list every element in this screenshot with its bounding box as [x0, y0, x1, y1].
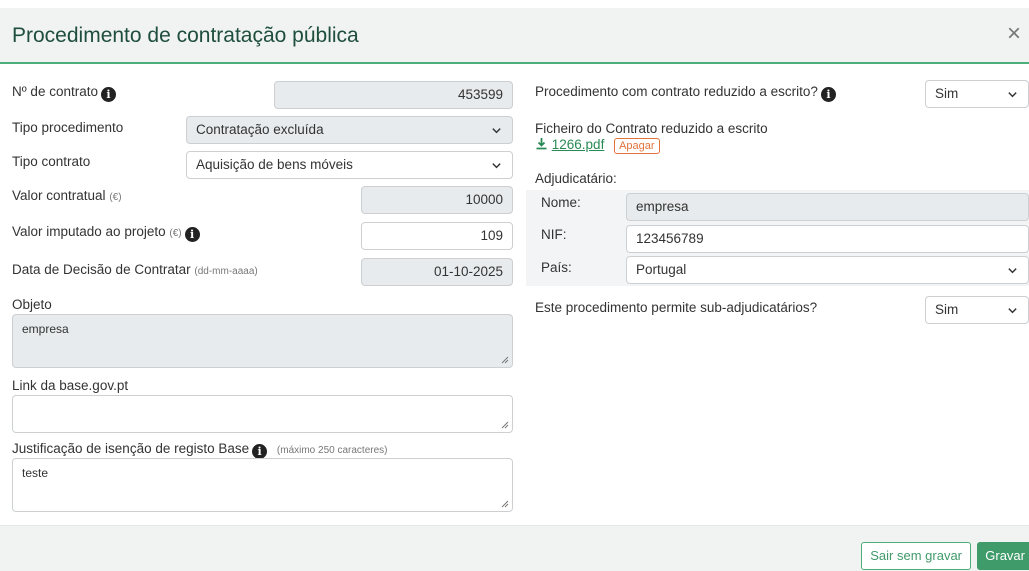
close-icon[interactable]: ×	[1007, 22, 1021, 46]
awardee-nif-input[interactable]: 123456789	[626, 225, 1029, 253]
exit-without-saving-button[interactable]: Sair sem gravar	[861, 542, 971, 570]
dialog-header: Procedimento de contratação pública ×	[0, 8, 1029, 64]
procedure-type-value: Contratação excluída	[196, 122, 324, 137]
sub-awardees-value: Sim	[935, 302, 959, 317]
info-icon[interactable]: i	[820, 87, 836, 102]
object-textarea: empresa	[12, 314, 513, 368]
contract-value-field: 10000	[361, 186, 513, 214]
sub-awardees-label: Este procedimento permite sub-adjudicatá…	[535, 300, 818, 315]
delete-file-button[interactable]: Apagar	[614, 138, 660, 154]
contract-value-label-text: Valor contratual	[12, 188, 106, 203]
chevron-down-icon	[491, 117, 502, 143]
imputed-value-label: Valor imputado ao projeto (€) i	[12, 224, 200, 242]
dialog-title: Procedimento de contratação pública	[12, 24, 359, 47]
awardee-name-label: Nome:	[541, 195, 581, 210]
imputed-value-label-text: Valor imputado ao projeto	[12, 224, 166, 239]
contract-number-field: 453599	[274, 81, 513, 109]
contract-value-unit: (€)	[109, 192, 122, 203]
justification-hint: (máximo 250 caracteres)	[276, 445, 388, 456]
contract-value-label: Valor contratual (€)	[12, 188, 122, 203]
awardee-country-value: Portugal	[636, 262, 687, 277]
download-icon[interactable]	[535, 137, 548, 150]
chevron-down-icon	[1007, 81, 1018, 107]
resize-grip-icon[interactable]	[501, 356, 509, 364]
decision-date-field: 01-10-2025	[361, 258, 513, 286]
awardee-country-label: País:	[541, 260, 572, 275]
contract-type-select[interactable]: Aquisição de bens móveis	[186, 151, 513, 179]
decision-date-label: Data de Decisão de Contratar (dd-mm-aaaa…	[12, 262, 258, 277]
contract-file-link[interactable]: 1266.pdf	[552, 137, 605, 152]
chevron-down-icon	[1007, 257, 1018, 283]
info-icon[interactable]: i	[184, 227, 200, 242]
imputed-value-input[interactable]: 109	[361, 222, 513, 250]
object-value: empresa	[22, 322, 69, 336]
procedure-type-select[interactable]: Contratação excluída	[186, 116, 513, 144]
written-contract-label: Procedimento com contrato reduzido a esc…	[535, 84, 836, 102]
imputed-value-unit: (€)	[169, 228, 182, 239]
object-label: Objeto	[12, 297, 52, 312]
info-icon[interactable]: i	[100, 87, 116, 102]
contract-procedure-dialog: Procedimento de contratação pública × Nº…	[0, 0, 1029, 571]
written-contract-select[interactable]: Sim	[925, 80, 1029, 108]
awardee-country-select[interactable]: Portugal	[626, 256, 1029, 284]
resize-grip-icon[interactable]	[501, 421, 509, 429]
base-link-textarea[interactable]	[12, 395, 513, 433]
decision-date-label-text: Data de Decisão de Contratar	[12, 262, 191, 277]
chevron-down-icon	[1007, 297, 1018, 323]
awardee-label: Adjudicatário:	[535, 171, 617, 186]
procedure-type-label: Tipo procedimento	[12, 120, 124, 135]
dialog-footer: Sair sem gravar Gravar	[0, 525, 1029, 571]
written-contract-value: Sim	[935, 86, 959, 101]
decision-date-hint: (dd-mm-aaaa)	[194, 266, 258, 277]
justification-label: Justificação de isenção de registo Base i…	[12, 441, 388, 459]
base-link-label: Link da base.gov.pt	[12, 378, 129, 393]
resize-grip-icon[interactable]	[501, 500, 509, 508]
justification-label-text: Justificação de isenção de registo Base	[12, 441, 250, 456]
justification-textarea[interactable]: teste	[12, 458, 513, 512]
contract-type-label: Tipo contrato	[12, 154, 91, 169]
sub-awardees-select[interactable]: Sim	[925, 296, 1029, 324]
awardee-nif-label: NIF:	[541, 227, 567, 242]
justification-value: teste	[22, 466, 49, 480]
contract-file-row: 1266.pdf Apagar	[535, 137, 660, 154]
save-button[interactable]: Gravar	[977, 542, 1029, 570]
contract-number-label: Nº de contrato i	[12, 84, 116, 102]
info-icon[interactable]: i	[252, 444, 268, 459]
contract-type-value: Aquisição de bens móveis	[196, 157, 353, 172]
written-contract-label-text: Procedimento com contrato reduzido a esc…	[535, 84, 818, 99]
contract-number-label-text: Nº de contrato	[12, 84, 98, 99]
contract-file-label: Ficheiro do Contrato reduzido a escrito	[535, 121, 768, 136]
chevron-down-icon	[491, 152, 502, 178]
awardee-name-field: empresa	[626, 193, 1029, 221]
